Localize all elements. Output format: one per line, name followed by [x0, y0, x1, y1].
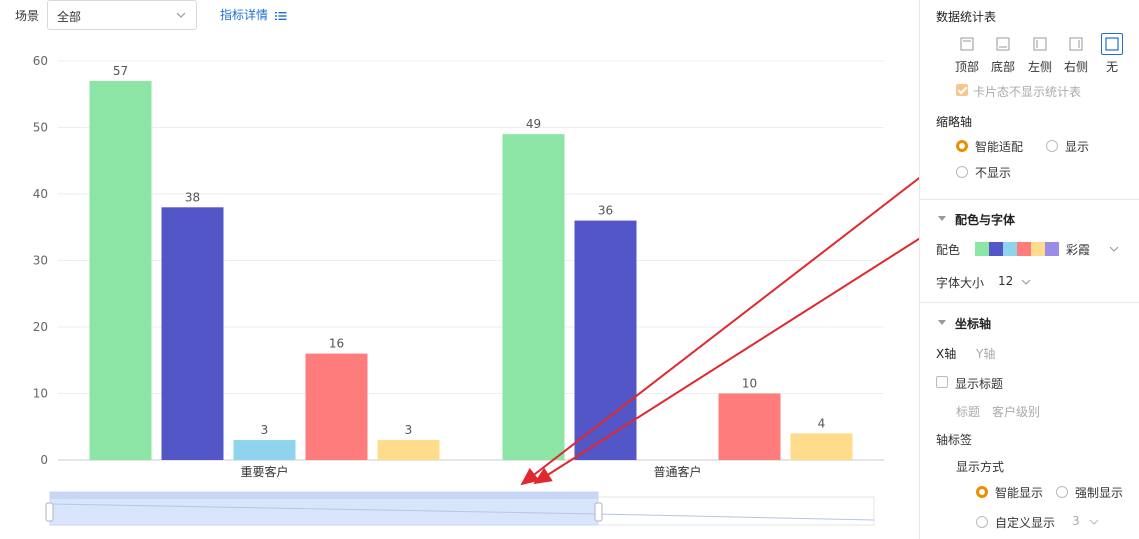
chevron-down-icon[interactable] [1089, 517, 1099, 527]
axis-title-label: 标题 [956, 405, 981, 419]
data-label: 57 [113, 64, 128, 78]
card-hide-label: 卡片态不显示统计表 [973, 85, 1082, 99]
zoom-handle-left [45, 502, 54, 522]
stats-table-title: 数据统计表 [936, 10, 997, 24]
chevron-down-icon[interactable] [1021, 277, 1031, 287]
mode-force-label: 强制显示 [1075, 486, 1124, 500]
y-tick-label: 20 [33, 320, 48, 334]
position-left[interactable]: 左侧 [1027, 33, 1053, 75]
thumb-hide-radio[interactable] [956, 166, 968, 178]
thumb-show-radio[interactable] [1046, 140, 1058, 152]
list-icon [274, 11, 287, 20]
data-label: 10 [742, 377, 757, 391]
position-none-label: 无 [1105, 60, 1118, 74]
thumb-show-label: 显示 [1065, 140, 1090, 154]
none-layout-icon [1101, 33, 1123, 55]
indicator-detail-label: 指标详情 [220, 8, 269, 22]
axis-section-title: 坐标轴 [955, 317, 992, 331]
page-root: 场景 全部 指标详情 0 10 20 30 40 50 60 57 38 3 16 3 重要客户 49 36… [0, 0, 1139, 539]
bottom-layout-icon [992, 33, 1014, 55]
palette-swatch[interactable] [1017, 242, 1031, 256]
palette-swatch[interactable] [1045, 242, 1059, 256]
color-font-title: 配色与字体 [955, 213, 1016, 227]
bar [161, 207, 224, 460]
left-layout-icon [1029, 33, 1051, 55]
show-title-label: 显示标题 [955, 377, 1004, 391]
position-none[interactable]: 无 [1099, 33, 1125, 75]
data-label: 49 [526, 117, 541, 131]
position-bottom-label: 底部 [990, 60, 1015, 74]
y-tick-label: 50 [33, 121, 48, 135]
data-label: 4 [818, 416, 826, 430]
mode-custom-label: 自定义显示 [995, 516, 1056, 530]
y-tick-label: 30 [33, 254, 48, 268]
tab-x-axis[interactable]: X轴 [936, 345, 956, 362]
mode-smart-label: 智能显示 [995, 486, 1044, 500]
zoom-window-bar [50, 492, 598, 499]
top-layout-icon [956, 33, 978, 55]
custom-count-value[interactable]: 3 [1072, 514, 1080, 528]
thumb-smart-radio[interactable] [956, 140, 968, 152]
tab-y-axis[interactable]: Y轴 [976, 345, 995, 362]
chevron-down-icon[interactable] [1109, 244, 1119, 254]
position-left-label: 左侧 [1027, 60, 1052, 74]
scene-select[interactable]: 全部 [47, 0, 197, 30]
bar [790, 433, 853, 460]
y-tick-label: 0 [40, 453, 48, 467]
bar [574, 220, 637, 460]
bar [305, 353, 368, 460]
axis-tick-title: 轴标签 [936, 433, 973, 447]
indicator-detail-link[interactable]: 指标详情 [220, 6, 287, 23]
bar [377, 440, 440, 460]
card-hide-checkbox[interactable] [956, 84, 968, 96]
position-top-label: 顶部 [954, 60, 979, 74]
position-bottom[interactable]: 底部 [990, 33, 1016, 75]
palette-swatch[interactable] [989, 242, 1003, 256]
position-top[interactable]: 顶部 [954, 33, 980, 75]
data-label: 36 [598, 204, 613, 218]
y-tick-label: 60 [33, 54, 48, 68]
data-label: 16 [329, 337, 344, 351]
thumb-hide-label: 不显示 [975, 166, 1012, 180]
bar [718, 393, 781, 460]
palette-swatch[interactable] [1003, 242, 1017, 256]
scene-label: 场景 [15, 9, 40, 23]
x-tick-label: 重要客户 [240, 464, 288, 479]
axis-title-input[interactable]: 客户级别 [992, 403, 1040, 420]
mode-custom-radio[interactable] [976, 516, 988, 528]
zoom-handle-right [594, 502, 603, 522]
bar [233, 440, 296, 460]
y-tick-label: 40 [33, 187, 48, 201]
thumb-axis-title: 缩略轴 [936, 115, 973, 129]
thumb-smart-label: 智能适配 [975, 140, 1024, 154]
font-size-value[interactable]: 12 [998, 274, 1013, 288]
divider [920, 302, 1139, 303]
show-title-checkbox[interactable] [936, 376, 948, 388]
display-mode-label: 显示方式 [956, 460, 1005, 474]
collapse-triangle-icon[interactable] [938, 320, 946, 325]
x-tick-label: 普通客户 [653, 464, 701, 479]
data-label: 38 [185, 190, 200, 204]
color-label: 配色 [936, 243, 961, 257]
bar [89, 80, 152, 460]
collapse-triangle-icon[interactable] [938, 216, 946, 221]
palette-swatch[interactable] [1031, 242, 1045, 256]
data-label: 3 [261, 423, 269, 437]
divider [920, 199, 1139, 200]
y-tick-label: 10 [33, 387, 48, 401]
position-right[interactable]: 右侧 [1063, 33, 1089, 75]
palette-name: 彩霞 [1066, 243, 1091, 257]
settings-panel: 数据统计表 顶部 底部 左侧 右侧 无 卡片态不显示统计表 缩略轴 智能适配 显… [919, 0, 1139, 539]
bar-chart: 0 10 20 30 40 50 60 57 38 3 16 3 重要客户 49 36 10 4 普通客户 [33, 54, 884, 526]
data-label: 3 [405, 423, 413, 437]
chevron-down-icon [176, 12, 186, 18]
scene-select-value: 全部 [57, 10, 82, 24]
mode-force-radio[interactable] [1056, 486, 1068, 498]
right-layout-icon [1065, 33, 1087, 55]
position-right-label: 右侧 [1063, 60, 1088, 74]
palette-swatch[interactable] [975, 242, 989, 256]
font-size-label: 字体大小 [936, 276, 985, 290]
bar [502, 134, 565, 460]
mode-smart-radio[interactable] [976, 486, 988, 498]
